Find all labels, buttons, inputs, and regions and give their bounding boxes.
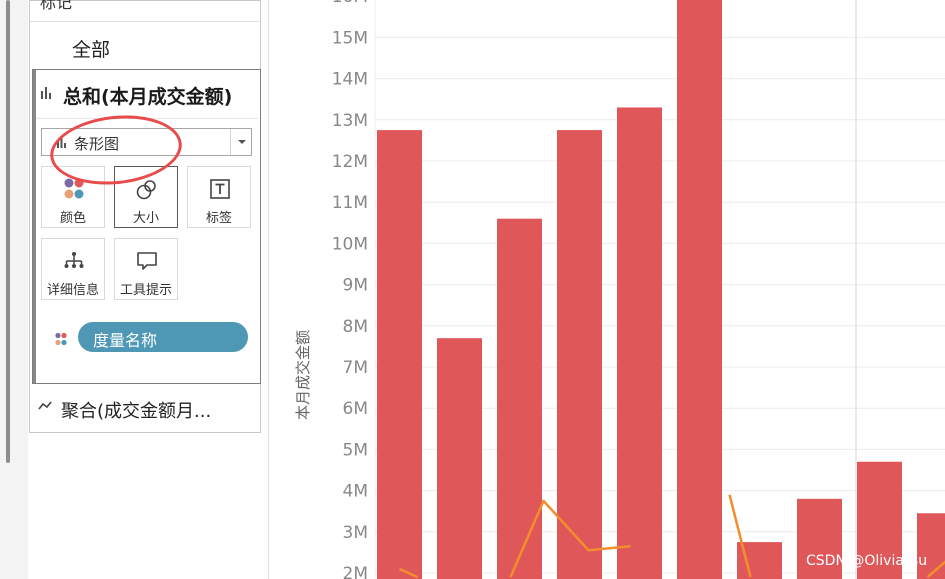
y-tick-label: 9M	[343, 276, 368, 296]
y-tick-label: 16M	[332, 0, 368, 7]
y-tick-label: 15M	[332, 28, 368, 48]
y-tick-label: 12M	[332, 152, 368, 172]
bar[interactable]	[377, 130, 422, 579]
y-tick-label: 8M	[343, 317, 368, 337]
y-tick-label: 4M	[343, 482, 368, 502]
bar[interactable]	[437, 338, 482, 579]
bar[interactable]	[917, 513, 945, 579]
y-tick-label: 14M	[332, 70, 368, 90]
bar-chart: 2M 3M 4M 5M 6M 7M 8M 9M 10M 11M 12M 13M 14M 15M 16M 本月…	[294, 0, 945, 579]
y-axis-title: 本月成交金额	[294, 330, 312, 420]
bar[interactable]	[497, 218, 542, 579]
watermark: CSDN @Olivia_su	[806, 553, 928, 569]
y-tick-label: 11M	[332, 193, 368, 213]
y-tick-label: 7M	[343, 358, 368, 378]
y-tick-label: 5M	[343, 440, 368, 460]
y-tick-label: 3M	[343, 523, 368, 543]
bar[interactable]	[617, 107, 662, 579]
bar[interactable]	[677, 0, 722, 579]
y-tick-label: 2M	[343, 564, 368, 579]
y-tick-label: 13M	[332, 111, 368, 131]
bar[interactable]	[557, 130, 602, 579]
y-tick-label: 10M	[332, 234, 368, 254]
y-tick-label: 6M	[343, 399, 368, 419]
